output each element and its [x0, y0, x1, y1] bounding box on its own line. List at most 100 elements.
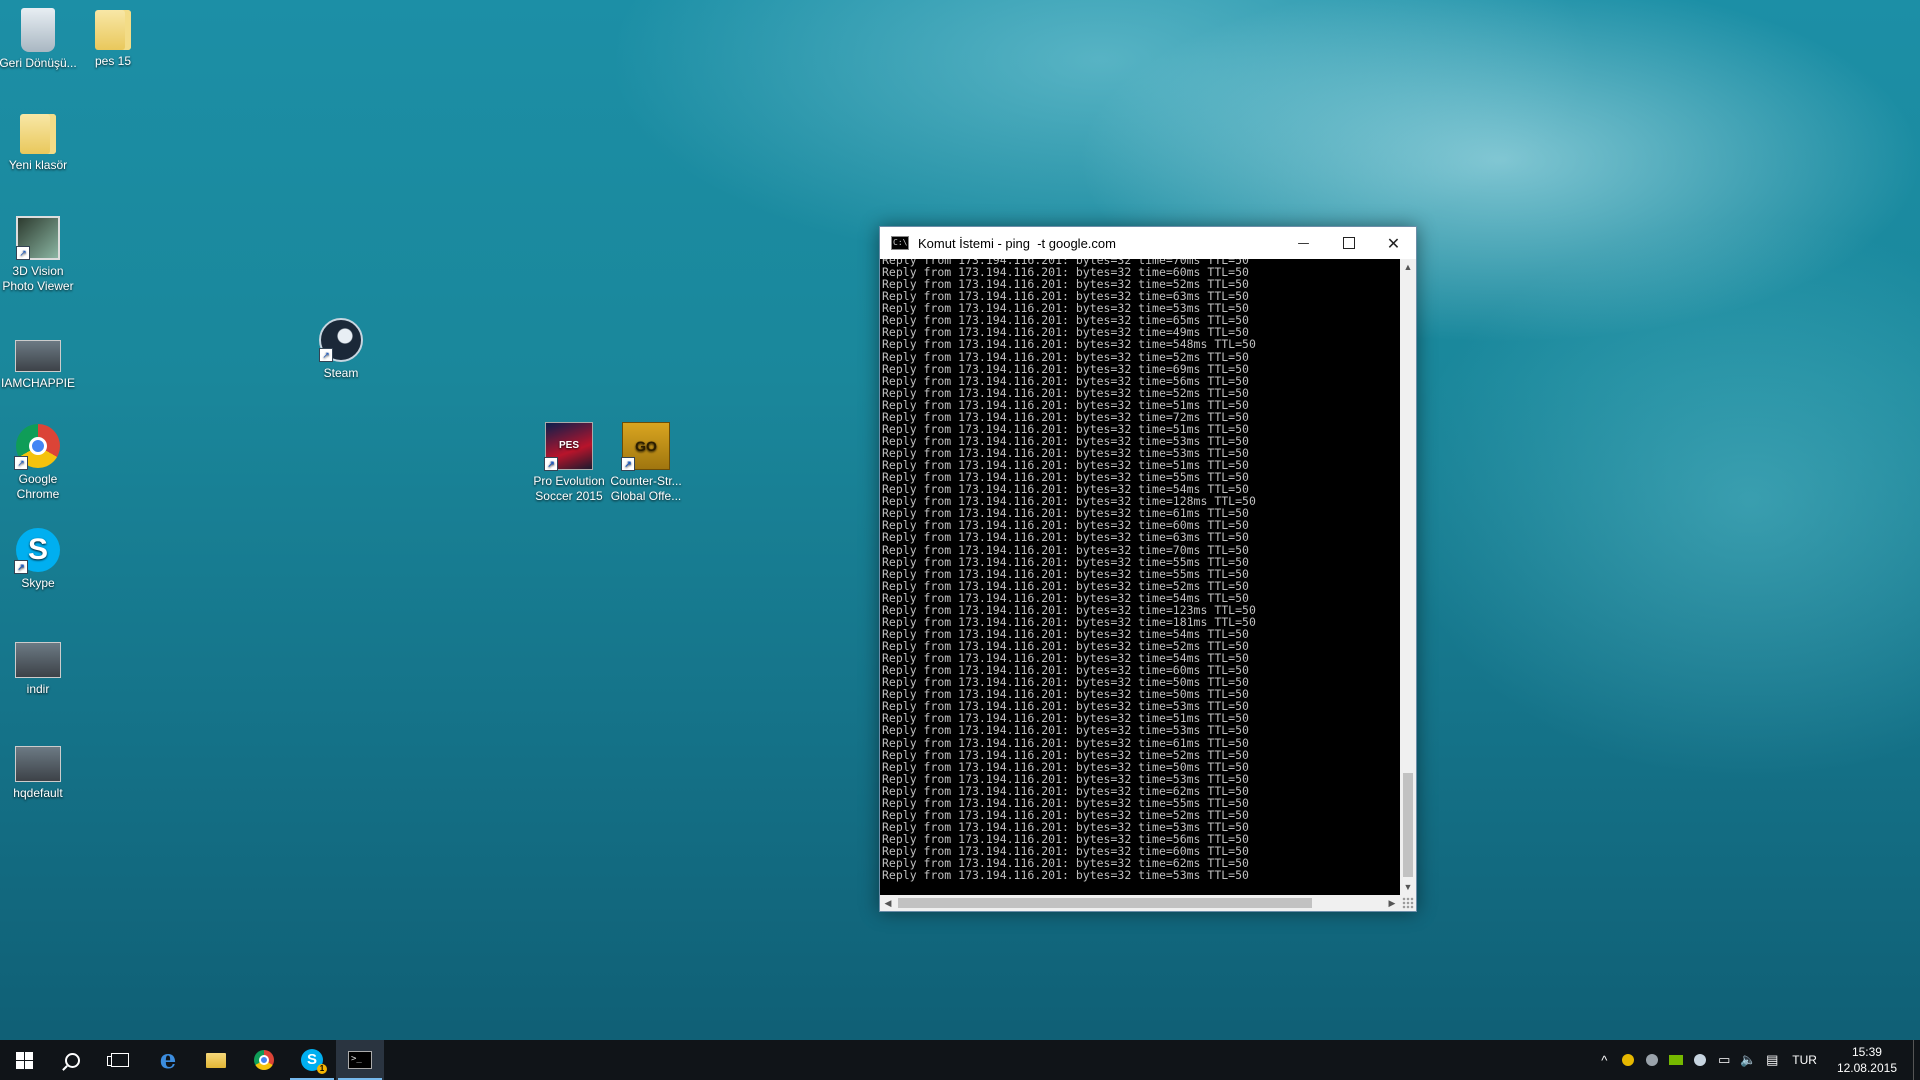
cmd-window[interactable]: C:\ Komut İstemi - ping -t google.com — … [879, 226, 1417, 912]
tray-security-icon[interactable] [1616, 1040, 1640, 1080]
tray-app-icon[interactable] [1640, 1040, 1664, 1080]
shortcut-arrow-icon: ↗ [319, 348, 333, 362]
desktop-icon-recycle-bin[interactable]: Geri Dönüşü... [0, 8, 77, 71]
vertical-scrollbar[interactable]: ▲ ▼ [1400, 259, 1416, 895]
shield-icon [1622, 1054, 1635, 1066]
desktop-icon-new-folder[interactable]: Yeni klasör [0, 114, 77, 173]
skype-icon: S1 [301, 1049, 327, 1074]
task-view-button[interactable] [96, 1040, 144, 1080]
desktop-icon-label: Yeni klasör [8, 158, 68, 172]
tray-volume-icon[interactable]: 🔈 [1736, 1040, 1760, 1080]
image-thumbnail-icon [15, 642, 61, 678]
taskbar: e S1 >_ ^ ▭ 🔈 ▤ TUR 15:39 12.08.2015 [0, 1040, 1920, 1080]
desktop-icon-label: hqdefault [13, 786, 63, 800]
console-text: Reply from 173.194.116.201: bytes=32 tim… [880, 259, 1400, 881]
shortcut-arrow-icon: ↗ [544, 457, 558, 471]
show-hidden-icons-button[interactable]: ^ [1592, 1040, 1616, 1080]
cmd-titlebar[interactable]: C:\ Komut İstemi - ping -t google.com — … [880, 227, 1416, 259]
desktop-icon-label: Pro Evolution Soccer 2015 [533, 474, 605, 503]
vertical-scroll-thumb[interactable] [1403, 773, 1413, 877]
pes-icon: PES ↗ [544, 422, 593, 471]
console-line: Reply from 173.194.116.201: bytes=32 tim… [882, 868, 1249, 883]
scroll-up-button[interactable]: ▲ [1400, 259, 1416, 275]
image-thumbnail-icon [15, 746, 61, 782]
scroll-down-button[interactable]: ▼ [1400, 879, 1416, 895]
folder-icon [20, 114, 56, 154]
minimize-button[interactable]: — [1281, 227, 1326, 259]
show-desktop-button[interactable] [1913, 1040, 1920, 1080]
desktop-icon-3d-vision[interactable]: ↗ 3D Vision Photo Viewer [0, 216, 77, 294]
tray-steam-icon[interactable] [1688, 1040, 1712, 1080]
shortcut-arrow-icon: ↗ [16, 246, 30, 260]
notification-icon: ▤ [1766, 1052, 1779, 1067]
steam-icon: ↗ [319, 318, 363, 362]
desktop-icon-skype[interactable]: S ↗ Skype [0, 528, 77, 591]
gear-icon [1646, 1054, 1659, 1066]
search-icon [64, 1052, 80, 1068]
resize-grip[interactable] [1402, 897, 1414, 909]
desktop-icon-label: Counter-Str... Global Offe... [610, 474, 682, 503]
desktop-icon-iamchappie[interactable]: IAMCHAPPIE [0, 330, 77, 391]
task-view-icon [107, 1053, 129, 1067]
search-button[interactable] [48, 1040, 96, 1080]
desktop-icon-label: Steam [323, 366, 359, 380]
maximize-button[interactable] [1326, 227, 1371, 259]
scroll-left-button[interactable]: ◀ [880, 895, 896, 911]
desktop-icon-label: pes 15 [94, 54, 132, 68]
desktop-icon-steam[interactable]: ↗ Steam [302, 318, 380, 381]
file-explorer-icon [206, 1052, 226, 1068]
system-tray: ^ ▭ 🔈 ▤ TUR 15:39 12.08.2015 [1592, 1040, 1920, 1080]
windows-logo-icon [15, 1051, 33, 1069]
horizontal-scroll-thumb[interactable] [898, 898, 1312, 908]
close-button[interactable]: ✕ [1371, 227, 1416, 259]
steam-icon [1694, 1054, 1707, 1066]
taskbar-edge[interactable]: e [144, 1040, 192, 1080]
minimize-icon: — [1297, 236, 1310, 250]
clock[interactable]: 15:39 12.08.2015 [1829, 1044, 1913, 1076]
window-title: Komut İstemi - ping -t google.com [918, 235, 1116, 251]
speaker-icon: 🔈 [1740, 1052, 1757, 1067]
recycle-bin-icon [21, 8, 55, 52]
3d-vision-icon: ↗ [16, 216, 60, 260]
input-language-indicator[interactable]: TUR [1784, 1053, 1829, 1067]
desktop-icon-google-chrome[interactable]: ↗ Google Chrome [0, 424, 77, 502]
shortcut-arrow-icon: ↗ [621, 457, 635, 471]
taskbar-skype[interactable]: S1 [288, 1040, 336, 1080]
nvidia-icon [1669, 1055, 1684, 1065]
tray-nvidia-icon[interactable] [1664, 1040, 1688, 1080]
desktop-icon-pes15-folder[interactable]: pes 15 [74, 10, 152, 69]
horizontal-scrollbar[interactable]: ◀ ▶ [880, 895, 1400, 911]
console-output[interactable]: Reply from 173.194.116.201: bytes=32 tim… [880, 259, 1400, 895]
network-icon: ▭ [1718, 1052, 1731, 1067]
chrome-icon: ↗ [14, 424, 60, 470]
scroll-right-button[interactable]: ▶ [1384, 895, 1400, 911]
edge-icon: e [159, 1045, 177, 1075]
notification-badge: 1 [317, 1064, 327, 1074]
taskbar-chrome[interactable] [240, 1040, 288, 1080]
cmd-app-icon[interactable]: C:\ [891, 236, 909, 250]
desktop-icon-hqdefault[interactable]: hqdefault [0, 736, 77, 801]
clock-time: 15:39 [1851, 1045, 1882, 1059]
taskbar-file-explorer[interactable] [192, 1040, 240, 1080]
taskbar-command-prompt[interactable]: >_ [336, 1040, 384, 1080]
image-thumbnail-icon [15, 340, 61, 372]
tray-network-icon[interactable]: ▭ [1712, 1040, 1736, 1080]
desktop-icon-label: Geri Dönüşü... [0, 56, 77, 70]
shortcut-arrow-icon: ↗ [14, 560, 28, 574]
shortcut-arrow-icon: ↗ [14, 456, 28, 470]
desktop-icon-indir[interactable]: indir [0, 632, 77, 697]
csgo-icon: GO ↗ [621, 422, 670, 471]
action-center-button[interactable]: ▤ [1760, 1040, 1784, 1080]
desktop-icon-label: 3D Vision Photo Viewer [2, 264, 74, 293]
desktop-icon-label: Google Chrome [16, 472, 60, 501]
chrome-icon [254, 1050, 274, 1070]
desktop-icon-label: Skype [21, 576, 55, 590]
desktop-icon-csgo[interactable]: GO ↗ Counter-Str... Global Offe... [607, 422, 685, 504]
desktop-icon-label: IAMCHAPPIE [0, 376, 75, 390]
desktop-icon-pes-2015[interactable]: PES ↗ Pro Evolution Soccer 2015 [530, 422, 608, 504]
clock-date: 12.08.2015 [1836, 1061, 1897, 1075]
close-icon: ✕ [1386, 233, 1401, 253]
skype-icon: S ↗ [14, 528, 60, 574]
start-button[interactable] [0, 1040, 48, 1080]
chevron-up-icon: ^ [1601, 1052, 1608, 1068]
